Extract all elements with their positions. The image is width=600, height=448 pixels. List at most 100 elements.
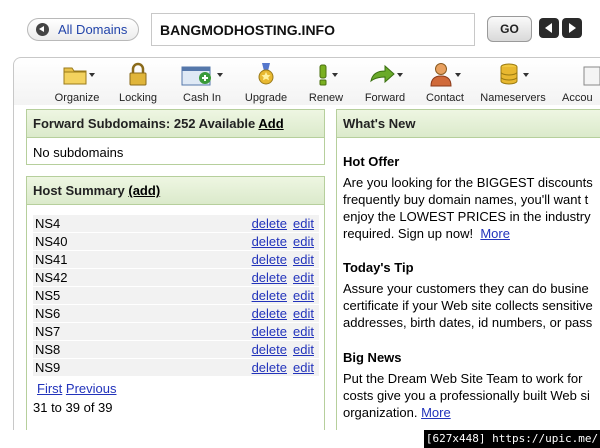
- hot-offer-more-link[interactable]: More: [480, 226, 510, 241]
- delete-host-link[interactable]: delete: [241, 250, 291, 269]
- top-bar: All Domains BANGMODHOSTING.INFO GO: [0, 0, 600, 58]
- previous-domain-button[interactable]: [539, 18, 559, 38]
- news-line: organization.: [343, 405, 418, 420]
- toolbar-upgrade-label: Upgrade: [244, 92, 288, 104]
- cash-in-icon: [179, 61, 225, 87]
- all-domains-label: All Domains: [58, 22, 128, 37]
- person-icon: [427, 61, 463, 87]
- delete-host-link[interactable]: delete: [241, 304, 291, 323]
- folder-icon: [59, 61, 95, 87]
- news-big-news: Big News Put the Dream Web Site Team to …: [343, 350, 600, 420]
- news-todays-tip: Today's Tip Assure your customers they c…: [343, 260, 600, 330]
- result-count: 31 to 39 of 39: [33, 400, 113, 415]
- pager: First Previous: [37, 381, 324, 396]
- edit-host-link[interactable]: edit: [291, 358, 319, 377]
- add-forward-link[interactable]: Add: [258, 116, 283, 131]
- toolbar-forward-label: Forward: [364, 92, 406, 104]
- news-line: Put the Dream Web Site Team to work for: [343, 371, 583, 386]
- news-line: frequently buy domain names, you'll want…: [343, 192, 589, 207]
- news-hot-offer: Hot Offer Are you looking for the BIGGES…: [343, 154, 600, 241]
- delete-host-link[interactable]: delete: [241, 340, 291, 359]
- table-row: NS5 delete edit: [33, 286, 319, 305]
- table-row: NS40 delete edit: [33, 232, 319, 251]
- first-page-link[interactable]: First: [37, 381, 62, 396]
- host-name: NS9: [33, 358, 241, 377]
- action-toolbar: Organize Locking Cash In Upgrade Renew F…: [13, 57, 600, 106]
- toolbar-account[interactable]: Accou: [562, 61, 600, 104]
- news-heading: Hot Offer: [343, 154, 400, 169]
- table-row: NS7 delete edit: [33, 322, 319, 341]
- toolbar-contact[interactable]: Contact: [423, 61, 467, 104]
- edit-host-link[interactable]: edit: [291, 268, 319, 287]
- edit-host-link[interactable]: edit: [291, 340, 319, 359]
- delete-host-link[interactable]: delete: [241, 358, 291, 377]
- news-heading: Big News: [343, 350, 402, 365]
- edit-host-link[interactable]: edit: [291, 250, 319, 269]
- forward-subdomains-panel: Forward Subdomains: 252 Available Add No…: [26, 109, 325, 165]
- forward-subdomains-title: Forward Subdomains: 252 Available: [33, 116, 256, 131]
- forward-subdomains-header: Forward Subdomains: 252 Available Add: [27, 110, 324, 138]
- edit-host-link[interactable]: edit: [291, 286, 319, 305]
- host-name: NS42: [33, 268, 241, 287]
- table-row: NS6 delete edit: [33, 304, 319, 323]
- toolbar-account-label: Accou: [562, 92, 593, 104]
- host-summary-header: Host Summary (add): [27, 177, 324, 205]
- news-line: enjoy the LOWEST PRICES in the industry: [343, 209, 591, 224]
- delete-host-link[interactable]: delete: [241, 286, 291, 305]
- next-domain-button[interactable]: [562, 18, 582, 38]
- news-line: Assure your customers they can do busine: [343, 281, 589, 296]
- table-row: NS41 delete edit: [33, 250, 319, 269]
- news-line: required. Sign up now!: [343, 226, 474, 241]
- news-line: costs give you a professionally built We…: [343, 388, 590, 403]
- previous-page-link[interactable]: Previous: [66, 381, 117, 396]
- delete-host-link[interactable]: delete: [241, 268, 291, 287]
- news-heading: Today's Tip: [343, 260, 414, 275]
- host-summary-title: Host Summary: [33, 183, 125, 198]
- table-row: NS9 delete edit: [33, 358, 319, 377]
- table-row: NS42 delete edit: [33, 268, 319, 287]
- host-summary-panel: Host Summary (add) NS4 delete edit NS40 dele…: [26, 176, 325, 436]
- toolbar-locking[interactable]: Locking: [118, 61, 158, 104]
- edit-host-link[interactable]: edit: [291, 232, 319, 251]
- host-name: NS8: [33, 340, 241, 359]
- go-button[interactable]: GO: [487, 16, 532, 42]
- host-name: NS5: [33, 286, 241, 305]
- toolbar-nameservers[interactable]: Nameservers: [480, 61, 546, 104]
- news-line: addresses, birth dates, id numbers, or p…: [343, 315, 593, 330]
- edit-host-link[interactable]: edit: [291, 322, 319, 341]
- toolbar-renew[interactable]: Renew: [306, 61, 346, 104]
- edit-host-link[interactable]: edit: [291, 304, 319, 323]
- table-row: NS8 delete edit: [33, 340, 319, 359]
- account-icon: [582, 61, 600, 87]
- news-list: Hot Offer Are you looking for the BIGGES…: [337, 154, 600, 420]
- toolbar-nameservers-label: Nameservers: [480, 92, 546, 104]
- domain-input[interactable]: BANGMODHOSTING.INFO: [151, 13, 475, 46]
- toolbar-organize-label: Organize: [54, 92, 100, 104]
- host-name: NS7: [33, 322, 241, 341]
- toolbar-cash-in[interactable]: Cash In: [177, 61, 227, 104]
- whats-new-panel: What's New Hot Offer Are you looking for…: [336, 109, 600, 439]
- toolbar-upgrade[interactable]: Upgrade: [244, 61, 288, 104]
- news-line: Are you looking for the BIGGEST discount…: [343, 175, 593, 190]
- toolbar-cash-in-label: Cash In: [183, 92, 221, 104]
- edit-host-link[interactable]: edit: [291, 215, 319, 233]
- host-name: NS40: [33, 232, 241, 251]
- main-content: Forward Subdomains: 252 Available Add No…: [13, 105, 600, 439]
- add-host-link[interactable]: (add): [128, 183, 160, 198]
- table-row: NS4 delete edit: [33, 215, 319, 233]
- medal-icon: [254, 61, 278, 87]
- host-name: NS4: [33, 215, 241, 233]
- toolbar-organize[interactable]: Organize: [52, 61, 102, 104]
- toolbar-renew-label: Renew: [308, 92, 344, 104]
- delete-host-link[interactable]: delete: [241, 215, 291, 233]
- big-news-more-link[interactable]: More: [421, 405, 451, 420]
- all-domains-button[interactable]: All Domains: [27, 18, 139, 41]
- exclamation-icon: [311, 61, 341, 87]
- host-table: NS4 delete edit NS40 delete edit NS41 delete edi…: [33, 215, 319, 377]
- toolbar-forward[interactable]: Forward: [361, 61, 409, 104]
- delete-host-link[interactable]: delete: [241, 232, 291, 251]
- delete-host-link[interactable]: delete: [241, 322, 291, 341]
- host-name: NS6: [33, 304, 241, 323]
- back-arrow-icon: [36, 23, 49, 36]
- forward-arrow-icon: [367, 61, 403, 87]
